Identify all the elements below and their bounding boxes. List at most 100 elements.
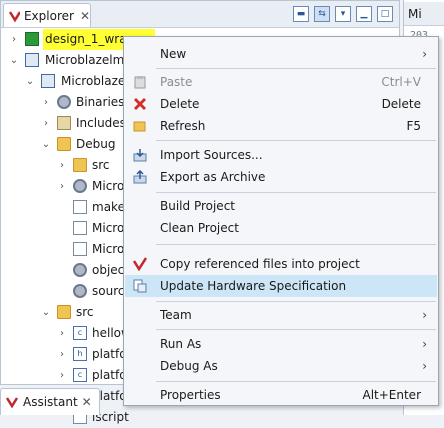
explorer-icon xyxy=(8,10,20,22)
menu-separator xyxy=(156,329,436,330)
menu-item-new[interactable]: New › xyxy=(125,43,437,65)
assistant-tab[interactable]: Assistant ✕ xyxy=(0,388,100,415)
menu-item-update-hardware-spec[interactable]: Update Hardware Specification xyxy=(125,275,437,297)
menu-separator xyxy=(156,381,436,382)
chevron-down-icon[interactable]: ⌄ xyxy=(9,50,19,71)
menu-item-refresh[interactable]: Refresh F5 xyxy=(125,115,437,137)
folder-icon xyxy=(57,305,71,319)
menu-item-label: Import Sources... xyxy=(160,148,263,162)
close-icon[interactable]: ✕ xyxy=(80,9,90,23)
chevron-down-icon[interactable]: ⌄ xyxy=(41,302,51,323)
menu-separator xyxy=(156,244,436,245)
chevron-right-icon[interactable]: › xyxy=(41,113,51,134)
app-project-icon xyxy=(41,74,55,88)
folder-icon xyxy=(57,137,71,151)
minimize-icon[interactable]: ▁ xyxy=(356,6,372,22)
menu-separator xyxy=(156,140,436,141)
menu-item-label: Debug As xyxy=(160,359,218,373)
binaries-icon xyxy=(57,95,71,109)
menu-separator xyxy=(156,301,436,302)
chevron-down-icon[interactable]: ⌄ xyxy=(41,134,51,155)
maximize-icon[interactable]: □ xyxy=(377,6,393,22)
tree-item-label: Debug xyxy=(76,137,116,151)
menu-item-label: Export as Archive xyxy=(160,170,266,184)
chevron-right-icon[interactable]: › xyxy=(57,365,67,386)
chevron-right-icon[interactable]: › xyxy=(57,323,67,344)
chevron-right-icon[interactable]: › xyxy=(57,155,67,176)
menu-item-copy-referenced-files[interactable]: Copy referenced files into project xyxy=(125,253,437,275)
menu-item-label: New xyxy=(160,47,187,61)
menu-item-shortcut: Delete xyxy=(381,97,421,111)
menu-item-label: Copy referenced files into project xyxy=(160,257,360,271)
explorer-tabbar: Explorer ✕ ▬ ⇆ ▾ ▁ □ xyxy=(1,1,399,28)
menu-item-properties[interactable]: Properties Alt+Enter xyxy=(125,384,437,406)
menu-item-label: Delete xyxy=(160,97,200,111)
menu-item-paste[interactable]: Paste Ctrl+V xyxy=(125,71,437,93)
h-file-icon: h xyxy=(73,347,87,361)
chevron-right-icon: › xyxy=(422,47,427,61)
tree-item-label: src xyxy=(92,158,110,172)
assistant-icon xyxy=(5,397,19,409)
export-icon xyxy=(133,170,147,184)
assistant-tab-label: Assistant xyxy=(23,395,78,409)
menu-separator xyxy=(156,192,436,193)
menu-item-build-project[interactable]: Build Project xyxy=(125,195,437,217)
xilinx-icon xyxy=(133,257,147,271)
menu-item-shortcut: F5 xyxy=(406,119,421,133)
explorer-tab[interactable]: Explorer ✕ xyxy=(3,3,91,27)
tree-item-label: platfo xyxy=(92,368,127,382)
context-menu: New › Paste Ctrl+V Delete Delete Refresh… xyxy=(123,36,439,406)
menu-item-shortcut: Ctrl+V xyxy=(381,75,421,89)
chevron-right-icon: › xyxy=(422,337,427,351)
menu-item-clean-project[interactable]: Clean Project xyxy=(125,217,437,239)
tree-item-label: Binaries xyxy=(76,95,125,109)
chevron-right-icon: › xyxy=(422,308,427,322)
menu-item-import-sources[interactable]: Import Sources... xyxy=(125,144,437,166)
gear-icon xyxy=(73,284,87,298)
tree-item-label: Includes xyxy=(76,116,126,130)
refresh-icon xyxy=(133,121,146,132)
paste-icon xyxy=(134,76,146,89)
menu-item-debug-as[interactable]: Debug As › xyxy=(125,355,437,377)
link-with-editor-icon[interactable]: ⇆ xyxy=(314,6,330,22)
menu-item-team[interactable]: Team › xyxy=(125,304,437,326)
file-icon xyxy=(73,242,87,256)
explorer-toolbar: ▬ ⇆ ▾ ▁ □ xyxy=(293,6,393,22)
hw-project-icon xyxy=(25,32,39,46)
file-icon xyxy=(73,200,87,214)
chevron-right-icon[interactable]: › xyxy=(9,29,19,50)
file-icon xyxy=(73,221,87,235)
menu-item-label: Clean Project xyxy=(160,221,239,235)
menu-item-label: Paste xyxy=(160,75,193,89)
gear-icon xyxy=(73,263,87,277)
menu-item-label: Update Hardware Specification xyxy=(160,279,347,293)
chevron-down-icon[interactable]: ⌄ xyxy=(25,71,35,92)
close-icon[interactable]: ✕ xyxy=(82,395,92,409)
menu-separator xyxy=(156,68,436,69)
menu-item-shortcut: Alt+Enter xyxy=(362,388,421,402)
hardware-spec-icon xyxy=(133,279,147,293)
chevron-right-icon[interactable]: › xyxy=(57,344,67,365)
menu-item-label: Run As xyxy=(160,337,202,351)
editor-tab-label: Mi xyxy=(408,7,422,21)
chevron-right-icon[interactable]: › xyxy=(41,92,51,113)
import-icon xyxy=(133,149,147,162)
folder-icon xyxy=(73,158,87,172)
collapse-all-icon[interactable]: ▬ xyxy=(293,6,309,22)
binary-icon xyxy=(73,179,87,193)
tree-item-label: src xyxy=(76,305,94,319)
menu-item-label: Refresh xyxy=(160,119,206,133)
editor-tab[interactable]: Mi xyxy=(404,2,444,26)
bsp-project-icon xyxy=(25,53,39,67)
view-menu-icon[interactable]: ▾ xyxy=(335,6,351,22)
menu-item-delete[interactable]: Delete Delete xyxy=(125,93,437,115)
chevron-right-icon: › xyxy=(422,359,427,373)
menu-item-export-archive[interactable]: Export as Archive xyxy=(125,166,437,188)
c-file-icon: c xyxy=(73,368,87,382)
includes-icon xyxy=(57,116,71,130)
chevron-right-icon[interactable]: › xyxy=(57,176,67,197)
tree-item-label: platfo xyxy=(92,347,127,361)
c-file-icon: c xyxy=(73,326,87,340)
menu-item-run-as[interactable]: Run As › xyxy=(125,333,437,355)
menu-item-label: Team xyxy=(160,308,192,322)
